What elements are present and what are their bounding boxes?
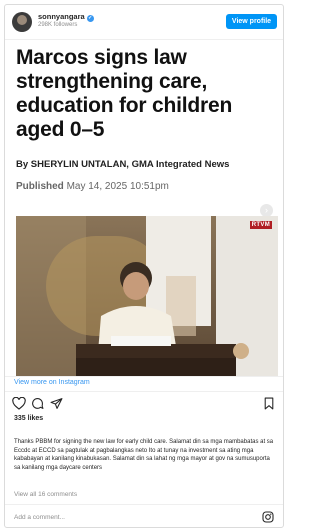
divider — [5, 504, 283, 505]
heart-icon[interactable] — [12, 397, 26, 410]
article-published: Published May 14, 2025 10:51pm — [16, 181, 169, 192]
view-all-comments-link[interactable]: View all 16 comments — [14, 491, 77, 498]
share-icon[interactable] — [50, 397, 63, 410]
verified-badge-icon: ✓ — [86, 15, 94, 22]
post-header: sonnyangara ✓ 298K followers View profile — [5, 5, 283, 39]
photo-illustration — [16, 216, 278, 376]
comment-icon[interactable] — [31, 397, 44, 410]
view-more-link[interactable]: View more on Instagram — [14, 379, 90, 386]
view-profile-button[interactable]: View profile — [226, 14, 277, 29]
post-media[interactable]: Marcos signs law strengthening care, edu… — [5, 39, 283, 377]
add-comment-input[interactable]: Add a comment... — [14, 514, 65, 521]
post-caption: Thanks PBBM for signing the new law for … — [14, 439, 274, 471]
divider — [5, 391, 283, 392]
instagram-icon[interactable] — [262, 511, 274, 523]
instagram-embed-card: sonnyangara ✓ 298K followers View profile… — [4, 4, 284, 528]
published-label: Published — [16, 181, 64, 192]
article-byline: By SHERYLIN UNTALAN, GMA Integrated News — [16, 159, 230, 170]
avatar[interactable] — [12, 12, 32, 32]
like-count[interactable]: 335 likes — [14, 415, 43, 422]
rtvm-logo: RTVM — [249, 221, 272, 229]
follower-count: 298K followers — [38, 22, 78, 28]
username-row[interactable]: sonnyangara ✓ — [38, 12, 94, 22]
username[interactable]: sonnyangara — [38, 12, 85, 21]
published-date: May 14, 2025 10:51pm — [66, 181, 169, 192]
article-headline: Marcos signs law strengthening care, edu… — [16, 46, 233, 141]
bookmark-icon[interactable] — [263, 397, 275, 410]
article-photo: RTVM — [16, 216, 278, 376]
